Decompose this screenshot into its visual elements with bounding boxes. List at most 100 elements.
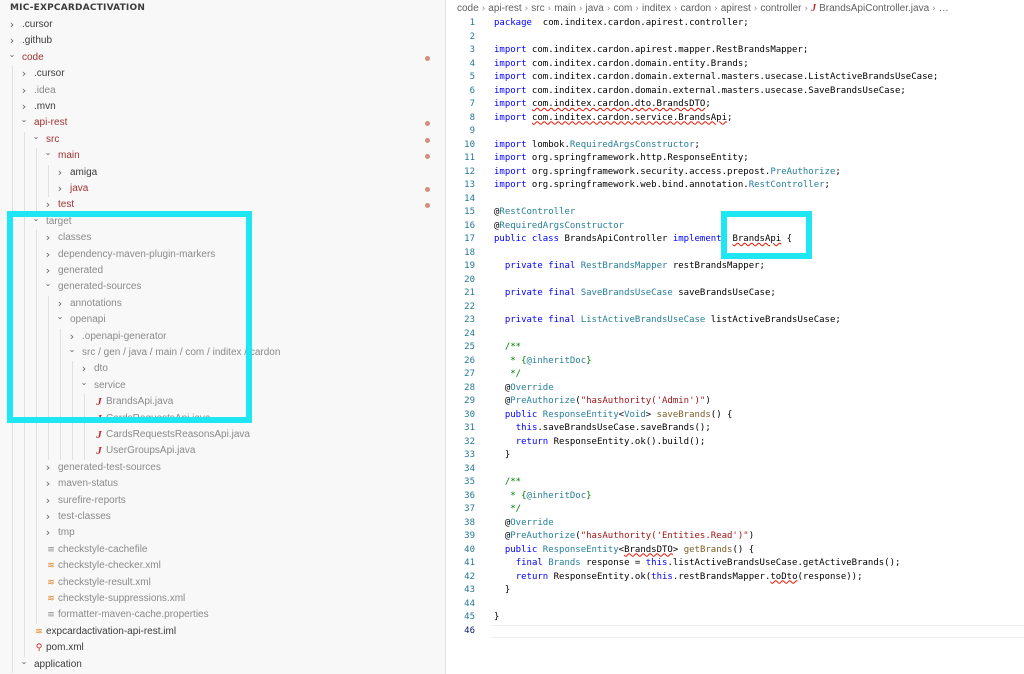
tree-folder-item[interactable]: ⌄ main (0, 145, 445, 165)
code-line[interactable]: import org.springframework.http.Response… (494, 152, 749, 166)
chevron-right-icon[interactable]: › (44, 476, 52, 492)
breadcrumb-segment[interactable]: src (531, 3, 544, 14)
tree-folder-item[interactable]: ⌄ code (0, 50, 445, 66)
chevron-right-icon[interactable]: › (20, 83, 28, 99)
tree-folder-item[interactable]: › amiga (0, 164, 445, 181)
code-editor[interactable]: 1 package com.inditex.cardon.apirest.cont… (445, 17, 1024, 674)
chevron-down-icon[interactable]: ⌄ (8, 47, 16, 63)
code-line[interactable]: private final SaveBrandsUseCase saveBran… (494, 287, 776, 301)
breadcrumb-segment[interactable]: java (586, 3, 604, 14)
chevron-down-icon[interactable]: ⌄ (44, 145, 52, 161)
tree-folder-item[interactable]: › test-classes (0, 509, 445, 526)
chevron-right-icon[interactable]: › (56, 181, 64, 197)
chevron-right-icon[interactable]: › (44, 493, 52, 509)
code-line[interactable]: */ (494, 368, 521, 382)
breadcrumb-segment[interactable]: code (457, 3, 479, 14)
chevron-right-icon[interactable]: › (44, 247, 52, 263)
tree-folder-item[interactable]: ⌄ generated-sources (0, 276, 445, 296)
breadcrumb-segment[interactable]: apirest (721, 3, 751, 14)
tree-folder-item[interactable]: › java (0, 181, 445, 198)
tree-folder-item[interactable]: › dto (0, 361, 445, 378)
code-line[interactable]: import org.springframework.web.bind.anno… (494, 179, 830, 193)
tree-folder-item[interactable]: ⌄ api-rest (0, 112, 445, 132)
code-line[interactable]: @RestController (494, 206, 575, 220)
chevron-down-icon[interactable]: ⌄ (56, 309, 64, 325)
breadcrumb-segment[interactable]: com (613, 3, 632, 14)
chevron-right-icon[interactable]: › (44, 509, 52, 525)
code-line[interactable]: final Brands response = this.listActiveB… (494, 557, 901, 571)
code-line[interactable]: import com.inditex.cardon.apirest.mapper… (494, 44, 808, 58)
tree-folder-item[interactable]: › tmp (0, 525, 445, 542)
chevron-down-icon[interactable]: ⌄ (32, 211, 40, 227)
chevron-right-icon[interactable]: › (56, 165, 64, 181)
code-line[interactable]: import com.inditex.cardon.domain.externa… (494, 71, 938, 85)
chevron-right-icon[interactable]: › (20, 66, 28, 82)
code-line[interactable]: import org.springframework.security.acce… (494, 166, 841, 180)
code-line[interactable]: import com.inditex.cardon.dto.BrandsDTO; (494, 98, 711, 112)
code-line[interactable]: private final RestBrandsMapper restBrand… (494, 260, 765, 274)
chevron-right-icon[interactable]: › (44, 525, 52, 541)
tree-file-item[interactable]: ⚲ pom.xml (0, 640, 445, 657)
code-line[interactable]: } (494, 449, 510, 463)
tree-file-item[interactable]: ≋ expcardactivation-api-rest.iml (0, 623, 445, 641)
code-line[interactable]: */ (494, 503, 521, 517)
chevron-down-icon[interactable]: ⌄ (44, 276, 52, 292)
tree-folder-item[interactable]: › generated-test-sources (0, 459, 445, 477)
chevron-right-icon[interactable]: › (44, 230, 52, 246)
tree-file-item[interactable]: ≋ checkstyle-suppressions.xml (0, 591, 445, 608)
chevron-down-icon[interactable]: ⌄ (20, 654, 28, 670)
tree-folder-item[interactable]: › .cursor (0, 17, 445, 33)
code-line[interactable]: @Override (494, 382, 554, 396)
code-line[interactable]: @Override (494, 517, 554, 531)
tree-folder-item[interactable]: ⌄ openapi (0, 309, 445, 329)
breadcrumb-segment[interactable]: cardon (681, 3, 712, 14)
code-line[interactable]: public ResponseEntity<BrandsDTO> getBran… (494, 544, 754, 558)
code-line[interactable]: /** (494, 476, 521, 490)
tree-folder-item[interactable]: › .mvn (0, 99, 445, 116)
code-line[interactable]: * {@inheritDoc} (494, 355, 591, 369)
code-line[interactable]: import lombok.RequiredArgsConstructor; (494, 139, 700, 153)
breadcrumb-segment[interactable]: main (554, 3, 576, 14)
code-line[interactable]: import com.inditex.cardon.service.Brands… (494, 112, 732, 126)
chevron-down-icon[interactable]: ⌄ (32, 129, 40, 145)
code-line[interactable]: * {@inheritDoc} (494, 490, 591, 504)
tree-file-item[interactable]: ≡ checkstyle-cachefile (0, 541, 445, 559)
tree-folder-item[interactable]: › .openapi-generator (0, 328, 445, 345)
tree-folder-item[interactable]: ⌄ src / gen / java / main / com / inditex… (0, 342, 445, 362)
code-line[interactable]: this.saveBrandsUseCase.saveBrands(); (494, 422, 711, 436)
chevron-down-icon[interactable]: ⌄ (80, 375, 88, 391)
code-line[interactable]: return ResponseEntity.ok(this.restBrands… (494, 571, 863, 585)
tree-file-item[interactable]: J CardsRequestsApi.java (0, 410, 445, 427)
chevron-down-icon[interactable]: ⌄ (68, 342, 76, 358)
breadcrumb-file[interactable]: BrandsApiController.java (819, 3, 929, 14)
breadcrumb-segment[interactable]: inditex (642, 3, 671, 14)
chevron-right-icon[interactable]: › (44, 197, 52, 213)
tree-file-item[interactable]: ≡ formatter-maven-cache.properties (0, 607, 445, 624)
code-line[interactable]: } (494, 584, 510, 598)
code-line[interactable]: private final ListActiveBrandsUseCase li… (494, 314, 841, 328)
code-line[interactable]: return ResponseEntity.ok().build(); (494, 436, 706, 450)
tree-folder-item[interactable]: › dependency-maven-plugin-markers (0, 246, 445, 263)
breadcrumb-segment[interactable]: controller (760, 3, 801, 14)
tree-file-item[interactable]: ≋ checkstyle-result.xml (0, 574, 445, 591)
breadcrumb-more[interactable]: … (939, 3, 949, 14)
tree-folder-item[interactable]: ⌄ service (0, 375, 445, 395)
tree-file-item[interactable]: ≋ checkstyle-checker.xml (0, 558, 445, 575)
tree-folder-item[interactable]: › maven-status (0, 476, 445, 493)
breadcrumb-segment[interactable]: api-rest (488, 3, 521, 14)
tree-file-item[interactable]: J UserGroupsApi.java (0, 443, 445, 460)
tree-folder-item[interactable]: ⌄ src (0, 129, 445, 149)
code-line[interactable]: } (494, 611, 499, 625)
tree-folder-item[interactable]: ⌄ target (0, 211, 445, 231)
code-line[interactable]: import com.inditex.cardon.domain.entity.… (494, 58, 749, 72)
tree-folder-item[interactable]: › .github (0, 33, 445, 49)
tree-folder-item[interactable]: › surefire-reports (0, 492, 445, 509)
code-line[interactable]: @PreAuthorize("hasAuthority('Admin')") (494, 395, 711, 409)
tree-file-item[interactable]: J BrandsApi.java (0, 394, 445, 411)
chevron-right-icon[interactable]: › (8, 17, 16, 33)
tree-folder-item[interactable]: › .idea (0, 82, 445, 99)
chevron-down-icon[interactable]: ⌄ (20, 112, 28, 128)
tree-folder-item[interactable]: › generated (0, 263, 445, 280)
tree-folder-item[interactable]: › annotations (0, 295, 445, 313)
code-line[interactable]: import com.inditex.cardon.domain.externa… (494, 85, 906, 99)
